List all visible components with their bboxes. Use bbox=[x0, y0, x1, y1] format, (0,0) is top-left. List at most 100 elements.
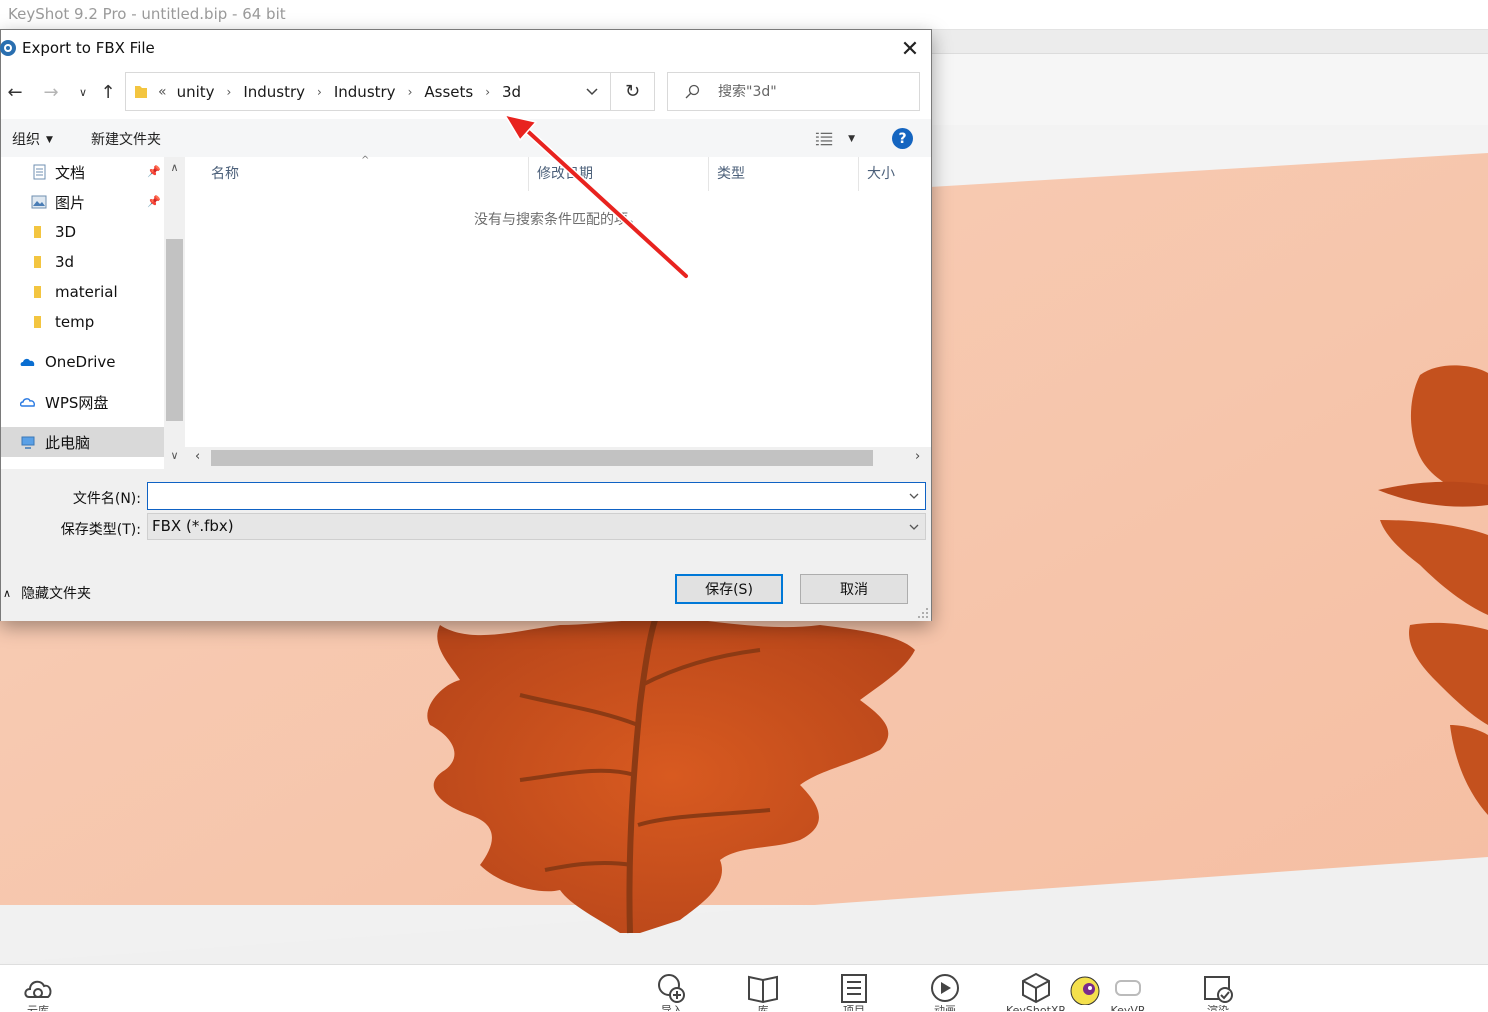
scroll-thumb[interactable] bbox=[211, 450, 873, 466]
organize-button[interactable]: 组织 ▼ bbox=[12, 129, 53, 149]
nav-item-documents[interactable]: 文档 📌 bbox=[1, 157, 164, 187]
scroll-down-icon[interactable]: ∨ bbox=[168, 449, 181, 462]
search-input[interactable] bbox=[718, 83, 898, 100]
chevron-right-icon[interactable]: › bbox=[227, 85, 232, 99]
nav-item-label: 此电脑 bbox=[45, 433, 91, 452]
pictures-icon bbox=[31, 195, 47, 209]
keyshot-app-icon bbox=[0, 40, 16, 56]
new-folder-button[interactable]: 新建文件夹 bbox=[91, 129, 161, 149]
nav-item-label: OneDrive bbox=[45, 353, 116, 371]
close-button[interactable]: ✕ bbox=[899, 37, 921, 62]
breadcrumb-item[interactable]: Assets bbox=[424, 83, 473, 101]
dialog-title-bar[interactable]: Export to FBX File bbox=[0, 30, 931, 66]
nav-item-temp[interactable]: temp bbox=[1, 307, 164, 337]
mascot-icon bbox=[1070, 976, 1100, 1005]
recent-locations-button[interactable]: ∨ bbox=[71, 78, 95, 106]
chevron-right-icon[interactable]: › bbox=[317, 85, 322, 99]
arrow-up-icon: ↑ bbox=[100, 81, 116, 103]
breadcrumb-item[interactable]: unity bbox=[177, 83, 215, 101]
bottom-label: 项目 bbox=[843, 1005, 865, 1011]
cloud-library-button[interactable]: 云库 bbox=[18, 971, 58, 1012]
cancel-button[interactable]: 取消 bbox=[800, 574, 908, 604]
nav-item-label: WPS网盘 bbox=[45, 393, 109, 412]
horizontal-scrollbar[interactable]: ‹ › bbox=[185, 447, 931, 469]
search-box[interactable] bbox=[667, 72, 920, 111]
resize-grip-icon[interactable] bbox=[917, 607, 929, 619]
nav-item-label: 图片 bbox=[55, 193, 86, 212]
keyshotxr-button[interactable]: KeyShotXR bbox=[1006, 971, 1066, 1012]
breadcrumb-item[interactable]: Industry bbox=[334, 83, 396, 101]
scroll-left-icon[interactable]: ‹ bbox=[195, 449, 200, 464]
filetype-value: FBX (*.fbx) bbox=[152, 517, 234, 535]
render-icon bbox=[1204, 976, 1233, 1003]
nav-item-onedrive[interactable]: OneDrive bbox=[1, 347, 164, 377]
onedrive-icon bbox=[20, 358, 35, 366]
folder-icon bbox=[34, 316, 41, 328]
breadcrumb-item[interactable]: 3d bbox=[502, 83, 521, 101]
empty-message: 没有与搜索条件匹配的项。 bbox=[474, 212, 642, 228]
library-button[interactable]: 库 bbox=[743, 971, 783, 1012]
column-header-type[interactable]: 类型 bbox=[709, 157, 859, 191]
chevron-right-icon[interactable]: › bbox=[408, 85, 413, 99]
scroll-right-icon[interactable]: › bbox=[915, 449, 920, 464]
nav-item-this-pc[interactable]: 此电脑 bbox=[1, 427, 164, 457]
project-button[interactable]: 项目 bbox=[834, 971, 874, 1012]
view-options-button[interactable]: ▼ bbox=[815, 130, 855, 148]
navigation-pane: 文档 📌 图片 📌 3D 3d material temp OneDrive W… bbox=[1, 157, 185, 469]
refresh-button[interactable]: ↻ bbox=[611, 72, 655, 111]
column-header-date[interactable]: 修改日期 bbox=[529, 157, 709, 191]
view-list-icon bbox=[815, 132, 833, 146]
filetype-label: 保存类型(T): bbox=[60, 522, 141, 538]
nav-item-material[interactable]: material bbox=[1, 277, 164, 307]
animation-button[interactable]: 动画 bbox=[925, 971, 965, 1012]
sort-ascending-icon: ^ bbox=[361, 155, 370, 166]
organize-label: 组织 bbox=[12, 132, 40, 148]
nav-item-wps-cloud[interactable]: WPS网盘 bbox=[1, 387, 164, 417]
chevron-down-icon[interactable] bbox=[584, 83, 600, 99]
nav-item-pictures[interactable]: 图片 📌 bbox=[1, 187, 164, 217]
hide-folders-toggle[interactable]: ∧ 隐藏文件夹 bbox=[3, 583, 91, 603]
breadcrumb-item[interactable]: Industry bbox=[243, 83, 305, 101]
file-list: 名称 ^ 修改日期 类型 大小 没有与搜索条件匹配的项。 bbox=[185, 155, 931, 447]
breadcrumb-overflow[interactable]: « bbox=[158, 84, 167, 100]
filetype-select[interactable]: FBX (*.fbx) bbox=[147, 513, 926, 540]
folder-icon bbox=[135, 85, 147, 98]
nav-item-label: 3D bbox=[55, 223, 77, 241]
scroll-up-icon[interactable]: ∧ bbox=[168, 161, 181, 174]
chevron-down-icon[interactable] bbox=[907, 489, 921, 503]
save-button[interactable]: 保存(S) bbox=[675, 574, 783, 604]
import-button[interactable]: 导入 bbox=[652, 971, 692, 1012]
wps-cloud-icon bbox=[20, 398, 35, 407]
keyvr-icon bbox=[1115, 980, 1141, 996]
scroll-thumb[interactable] bbox=[166, 239, 183, 421]
nav-item-label: 文档 bbox=[55, 163, 86, 182]
help-button[interactable]: ? bbox=[892, 128, 913, 149]
forward-button[interactable]: → bbox=[39, 78, 63, 106]
import-icon bbox=[658, 974, 685, 1003]
hide-folders-label: 隐藏文件夹 bbox=[21, 586, 92, 602]
folder-icon bbox=[34, 286, 41, 298]
search-icon bbox=[685, 84, 700, 98]
back-button[interactable]: ← bbox=[3, 78, 27, 106]
nav-item-3d[interactable]: 3d bbox=[1, 247, 164, 277]
export-fbx-dialog: Export to FBX File ✕ ← → ∨ ↑ « unity › I… bbox=[0, 29, 932, 621]
bottom-label: KeyShotXR bbox=[1006, 1005, 1066, 1011]
keyvr-button[interactable]: KeyVR bbox=[1108, 971, 1148, 1012]
nav-item-label: 3d bbox=[55, 253, 75, 271]
chevron-right-icon[interactable]: › bbox=[485, 85, 490, 99]
render-button[interactable]: 渲染 bbox=[1198, 971, 1238, 1012]
bottom-label: 云库 bbox=[27, 1005, 49, 1011]
nav-scrollbar[interactable]: ∧ ∨ bbox=[164, 157, 185, 469]
navigation-row: ← → ∨ ↑ « unity › Industry › Industry › … bbox=[1, 72, 931, 112]
bottom-label: 库 bbox=[758, 1005, 769, 1011]
column-header-size[interactable]: 大小 bbox=[859, 157, 931, 191]
chevron-down-icon: ∨ bbox=[78, 85, 88, 99]
app-title: KeyShot 9.2 Pro - untitled.bip - 64 bit bbox=[8, 5, 286, 23]
bottom-label: KeyVR bbox=[1110, 1005, 1145, 1011]
nav-item-3D[interactable]: 3D bbox=[1, 217, 164, 247]
bottom-label: 动画 bbox=[934, 1005, 956, 1011]
up-button[interactable]: ↑ bbox=[96, 78, 120, 106]
address-bar[interactable]: « unity › Industry › Industry › Assets ›… bbox=[125, 72, 611, 111]
filename-input[interactable] bbox=[148, 483, 888, 509]
filename-field[interactable] bbox=[147, 482, 926, 510]
